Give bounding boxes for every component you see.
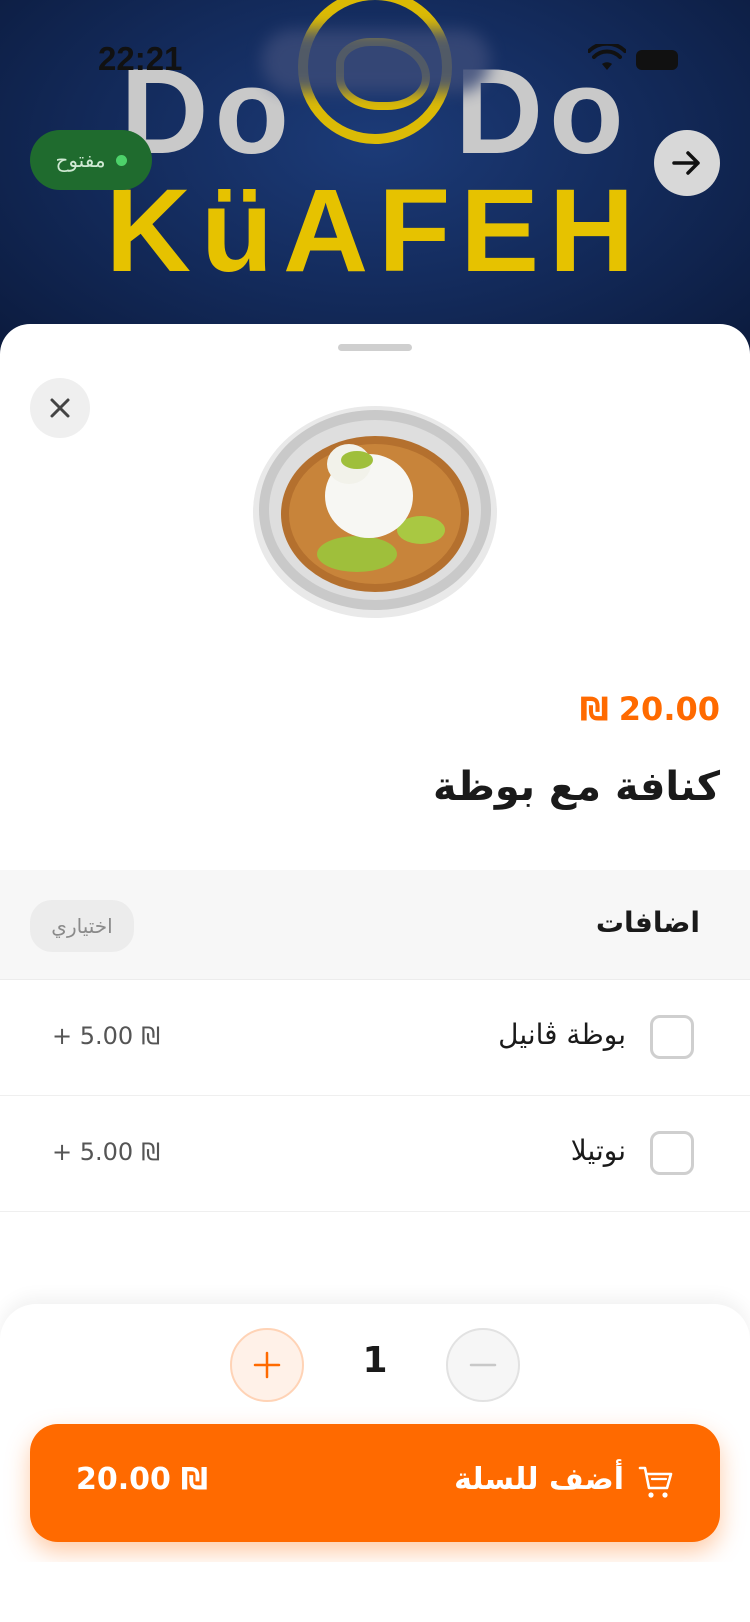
add-to-cart-label: أضف للسلة: [454, 1462, 624, 1497]
sheet-grabber[interactable]: [338, 344, 412, 351]
quantity-decrease-button[interactable]: [446, 1328, 520, 1402]
open-status-dot: [115, 154, 127, 166]
cart-total-value: 20.00: [76, 1462, 171, 1497]
addon-checkbox[interactable]: [650, 1015, 694, 1059]
addon-row-nutella[interactable]: نوتيلا + 5.00 ₪: [0, 1096, 750, 1212]
cart-total-currency: ₪: [180, 1462, 209, 1497]
addon-price-value: + 5.00: [52, 1022, 134, 1050]
quantity-value: 1: [362, 1340, 388, 1381]
minus-icon: [469, 1363, 497, 1367]
addon-checkbox[interactable]: [650, 1131, 694, 1175]
product-title: كنافة مع بوظة: [432, 764, 720, 810]
price-currency: ₪: [579, 690, 609, 728]
cart-icon: [638, 1466, 673, 1498]
addon-price-currency: ₪: [141, 1138, 161, 1166]
close-button[interactable]: [30, 378, 90, 438]
quantity-increase-button[interactable]: [230, 1328, 304, 1402]
cart-total: 20.00 ₪: [76, 1462, 208, 1497]
arrow-right-icon: [672, 151, 700, 175]
home-indicator-area: [0, 1562, 750, 1622]
addon-label: بوظة ڤانيل: [498, 1018, 626, 1051]
wifi-icon: [588, 44, 626, 70]
addon-price: + 5.00 ₪: [52, 1022, 160, 1050]
close-icon: [50, 398, 70, 418]
open-status-badge: مفتوح: [30, 130, 152, 190]
addons-header: اضافات اختياري: [0, 870, 750, 980]
addon-price: + 5.00 ₪: [52, 1138, 160, 1166]
add-to-cart-button[interactable]: أضف للسلة 20.00 ₪: [30, 1424, 720, 1542]
status-blurred-area: [262, 30, 490, 92]
plus-icon: [253, 1351, 281, 1379]
addon-price-value: + 5.00: [52, 1138, 134, 1166]
addons-title: اضافات: [595, 906, 700, 939]
price-value: 20.00: [618, 690, 720, 728]
status-time: 22:21: [98, 40, 183, 77]
forward-button[interactable]: [654, 130, 720, 196]
bottom-action-bar: 1 أضف للسلة 20.00 ₪: [0, 1304, 750, 1562]
addon-price-currency: ₪: [141, 1022, 161, 1050]
product-image: [253, 406, 497, 618]
addon-label: نوتيلا: [570, 1134, 626, 1167]
addon-row-vanilla[interactable]: بوظة ڤانيل + 5.00 ₪: [0, 980, 750, 1096]
optional-badge: اختياري: [30, 900, 134, 952]
product-price: 20.00 ₪: [580, 690, 720, 728]
battery-icon: [636, 50, 678, 70]
open-status-label: مفتوح: [55, 148, 106, 172]
